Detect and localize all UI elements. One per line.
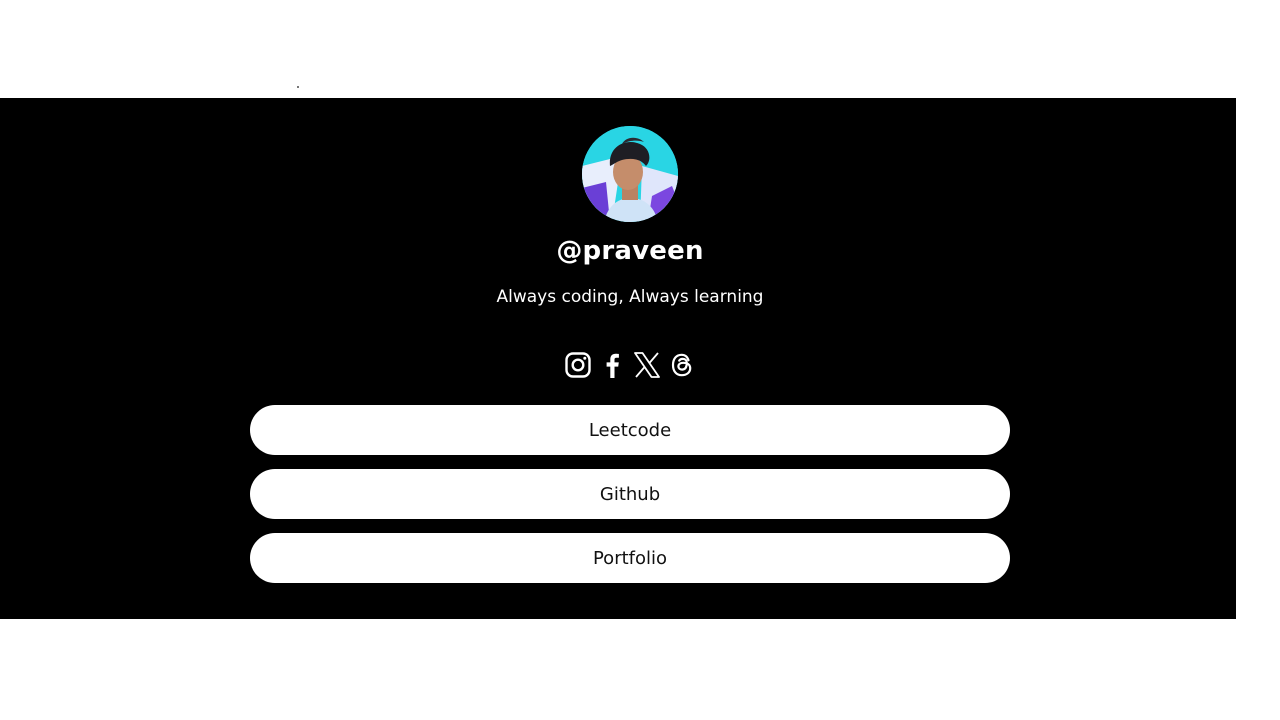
social-links — [562, 348, 698, 382]
threads-link[interactable] — [666, 349, 698, 381]
github-link-label: Github — [599, 483, 661, 505]
profile-photo-icon — [582, 126, 678, 222]
stray-dot — [297, 86, 299, 88]
avatar — [582, 126, 678, 222]
instagram-link[interactable] — [562, 349, 594, 381]
instagram-icon — [565, 352, 591, 378]
leetcode-link-label: Leetcode — [588, 419, 672, 441]
leetcode-link-button[interactable]: Leetcode — [250, 405, 1010, 455]
portfolio-link-button[interactable]: Portfolio — [250, 533, 1010, 583]
threads-icon — [671, 353, 692, 377]
facebook-link[interactable] — [597, 349, 629, 381]
x-icon — [634, 352, 661, 378]
x-link[interactable] — [631, 349, 663, 381]
profile-handle: @praveen — [556, 236, 704, 266]
facebook-icon — [606, 353, 619, 378]
github-link-button[interactable]: Github — [250, 469, 1010, 519]
portfolio-link-label: Portfolio — [592, 547, 668, 569]
profile-bio: Always coding, Always learning — [496, 287, 764, 307]
